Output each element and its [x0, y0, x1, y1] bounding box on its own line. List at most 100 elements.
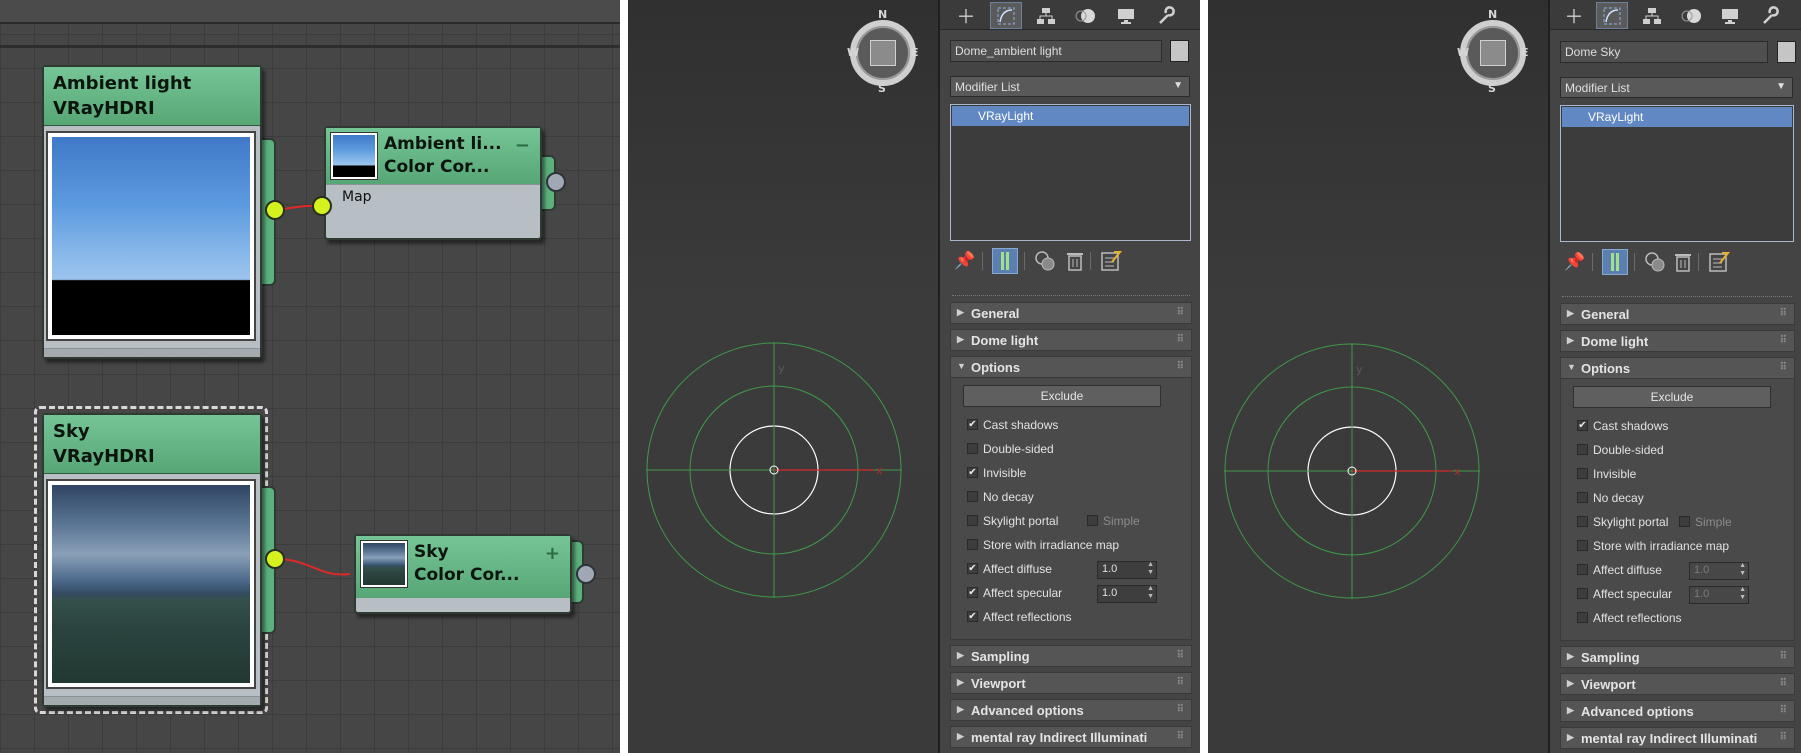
remove-modifier-trash-icon[interactable]: [1670, 249, 1696, 275]
hierarchy-tab-icon[interactable]: [1636, 2, 1668, 29]
stack-item-vraylight[interactable]: VRayLight: [952, 106, 1189, 126]
ambient-node-output-port[interactable]: [265, 200, 285, 220]
ambient-cc-map-input-port[interactable]: [312, 196, 332, 216]
object-name-field[interactable]: Dome Sky: [1560, 41, 1768, 63]
pin-stack-icon[interactable]: 📌: [1562, 249, 1588, 275]
viewcube-compass[interactable]: N S E W: [847, 8, 919, 95]
rollout-dome-light[interactable]: ▶ Dome light ⠿: [950, 329, 1192, 351]
spinner-arrows-icon[interactable]: ▲ ▼: [1739, 562, 1746, 578]
modifier-list-dropdown[interactable]: Modifier List ▼: [1560, 77, 1793, 98]
rollout-dome-light[interactable]: ▶ Dome light ⠿: [1560, 330, 1795, 352]
remove-modifier-trash-icon[interactable]: [1062, 248, 1088, 274]
expand-slots-button[interactable]: +: [545, 542, 560, 565]
rollout-sampling[interactable]: ▶ Sampling ⠿: [1560, 646, 1795, 668]
affect-reflections-box[interactable]: ✔: [967, 611, 978, 622]
no-decay-box[interactable]: [967, 491, 978, 502]
modifier-stack[interactable]: VRayLight: [1560, 105, 1794, 242]
affect-diffuse-spinner[interactable]: 1.0 ▲ ▼: [1097, 561, 1157, 579]
skylight-portal-box[interactable]: [1577, 516, 1588, 527]
affect-diffuse-box[interactable]: [1577, 564, 1588, 575]
rollout-viewport[interactable]: ▶ Viewport ⠿: [950, 672, 1192, 694]
rollout-general[interactable]: ▶ General ⠿: [950, 302, 1192, 324]
rollout-mental-ray[interactable]: ▶ mental ray Indirect Illuminati ⠿: [950, 726, 1192, 748]
rollout-options[interactable]: ▼ Options ⠿: [1560, 357, 1795, 379]
motion-tab-icon[interactable]: [1070, 2, 1102, 29]
sky-cc-output-port[interactable]: [576, 564, 596, 584]
double-sided-box[interactable]: [1577, 444, 1588, 455]
exclude-button[interactable]: Exclude: [1573, 386, 1771, 408]
store-irradiance-box[interactable]: [1577, 540, 1588, 551]
rollout-mental-ray[interactable]: ▶ mental ray Indirect Illuminati ⠿: [1560, 727, 1795, 749]
modifier-stack[interactable]: VRayLight: [950, 104, 1191, 241]
affect-specular-box[interactable]: [1577, 588, 1588, 599]
invisible-box[interactable]: ✔: [967, 467, 978, 478]
splitter-grip[interactable]: [952, 295, 1190, 296]
affect-diffuse-box[interactable]: ✔: [967, 563, 978, 574]
rollout-viewport[interactable]: ▶ Viewport ⠿: [1560, 673, 1795, 695]
ambient-cc-header[interactable]: Ambient li... Color Cor... −: [326, 128, 540, 184]
affect-specular-spinner[interactable]: 1.0 ▲ ▼: [1097, 585, 1157, 603]
viewcube-icon[interactable]: [870, 40, 896, 66]
modifier-list-dropdown[interactable]: Modifier List ▼: [950, 76, 1190, 97]
configure-modifier-sets-icon[interactable]: [1098, 248, 1124, 274]
collapse-slots-button[interactable]: −: [515, 134, 530, 157]
viewport-left[interactable]: N S E W y x: [628, 0, 938, 753]
stack-item-vraylight[interactable]: VRayLight: [1562, 107, 1792, 127]
object-color-swatch[interactable]: [1777, 41, 1796, 63]
create-tab-plus-icon[interactable]: ＋: [950, 2, 982, 29]
viewport-right[interactable]: N S E W y x: [1208, 0, 1548, 753]
command-panel-left[interactable]: ＋ Dome_ambient light Modifier List ▼ VRay…: [938, 0, 1200, 753]
sky-node-output-port[interactable]: [265, 549, 285, 569]
spinner-arrows-icon[interactable]: ▲ ▼: [1147, 585, 1154, 601]
cast-shadows-box[interactable]: ✔: [1577, 420, 1588, 431]
display-tab-monitor-icon[interactable]: [1110, 2, 1142, 29]
pin-stack-icon[interactable]: 📌: [952, 248, 978, 274]
affect-specular-spinner[interactable]: 1.0 ▲ ▼: [1689, 586, 1749, 604]
exclude-button[interactable]: Exclude: [963, 385, 1161, 407]
rollout-advanced-options[interactable]: ▶ Advanced options ⠿: [1560, 700, 1795, 722]
create-tab-plus-icon[interactable]: ＋: [1558, 2, 1590, 29]
hierarchy-tab-icon[interactable]: [1030, 2, 1062, 29]
ambient-cc-output-port[interactable]: [546, 172, 566, 192]
sky-cc-header[interactable]: Sky Color Cor... +: [356, 536, 570, 598]
rollout-sampling[interactable]: ▶ Sampling ⠿: [950, 645, 1192, 667]
sky-hdri-node[interactable]: Sky VRayHDRI: [42, 413, 262, 707]
rollout-general[interactable]: ▶ General ⠿: [1560, 303, 1795, 325]
display-tab-monitor-icon[interactable]: [1714, 2, 1746, 29]
utilities-tab-wrench-icon[interactable]: [1150, 2, 1182, 29]
modify-tab-curve-icon[interactable]: [1596, 2, 1628, 29]
motion-tab-icon[interactable]: [1676, 2, 1708, 29]
affect-specular-box[interactable]: ✔: [967, 587, 978, 598]
configure-modifier-sets-icon[interactable]: [1706, 249, 1732, 275]
object-name-field[interactable]: Dome_ambient light: [950, 40, 1162, 62]
show-end-result-icon[interactable]: [1602, 249, 1628, 275]
utilities-tab-wrench-icon[interactable]: [1754, 2, 1786, 29]
splitter-grip[interactable]: [1562, 296, 1792, 297]
show-end-result-icon[interactable]: [992, 248, 1018, 274]
invisible-box[interactable]: [1577, 468, 1588, 479]
map-input-slot[interactable]: Map: [326, 184, 540, 209]
no-decay-box[interactable]: [1577, 492, 1588, 503]
simple-box[interactable]: [1087, 515, 1098, 526]
skylight-portal-box[interactable]: [967, 515, 978, 526]
double-sided-box[interactable]: [967, 443, 978, 454]
spinner-arrows-icon[interactable]: ▲ ▼: [1147, 561, 1154, 577]
affect-reflections-box[interactable]: [1577, 612, 1588, 623]
simple-box[interactable]: [1679, 516, 1690, 527]
cast-shadows-box[interactable]: ✔: [967, 419, 978, 430]
make-unique-icon[interactable]: [1032, 248, 1058, 274]
command-panel-right[interactable]: ＋ Dome Sky Modifier List ▼ VRayLight 📌 ▶ G…: [1548, 0, 1801, 753]
store-irradiance-box[interactable]: [967, 539, 978, 550]
modify-tab-curve-icon[interactable]: [990, 2, 1022, 29]
viewcube-icon[interactable]: [1480, 40, 1506, 66]
ambient-color-correction-node[interactable]: Ambient li... Color Cor... − Map: [324, 126, 542, 240]
rollout-advanced-options[interactable]: ▶ Advanced options ⠿: [950, 699, 1192, 721]
sky-color-correction-node[interactable]: Sky Color Cor... +: [354, 534, 572, 614]
sky-node-header[interactable]: Sky VRayHDRI: [44, 415, 260, 474]
ambient-node-header[interactable]: Ambient light VRayHDRI: [44, 67, 260, 126]
make-unique-icon[interactable]: [1642, 249, 1668, 275]
rollout-options[interactable]: ▼ Options ⠿: [950, 356, 1192, 378]
object-color-swatch[interactable]: [1170, 40, 1189, 62]
ambient-light-hdri-node[interactable]: Ambient light VRayHDRI: [42, 65, 262, 359]
affect-diffuse-spinner[interactable]: 1.0 ▲ ▼: [1689, 562, 1749, 580]
